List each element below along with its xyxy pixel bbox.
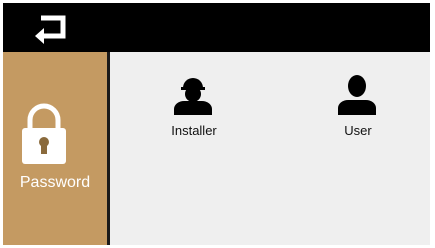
user-button[interactable]: User <box>303 52 413 152</box>
sidebar-item-password[interactable]: Password <box>3 52 107 245</box>
installer-avatar-icon <box>174 78 212 115</box>
user-avatar-icon <box>338 75 376 115</box>
lock-icon <box>22 103 66 164</box>
device-screen: Password Installer User <box>3 3 430 245</box>
user-selection-panel: Installer User <box>110 52 430 245</box>
user-label: User <box>344 123 372 138</box>
installer-label: Installer <box>171 123 217 138</box>
return-arrow-icon <box>35 15 66 44</box>
sidebar-item-label: Password <box>19 174 91 191</box>
installer-button[interactable]: Installer <box>139 52 249 152</box>
top-bar <box>3 3 430 52</box>
back-button[interactable] <box>27 11 77 45</box>
